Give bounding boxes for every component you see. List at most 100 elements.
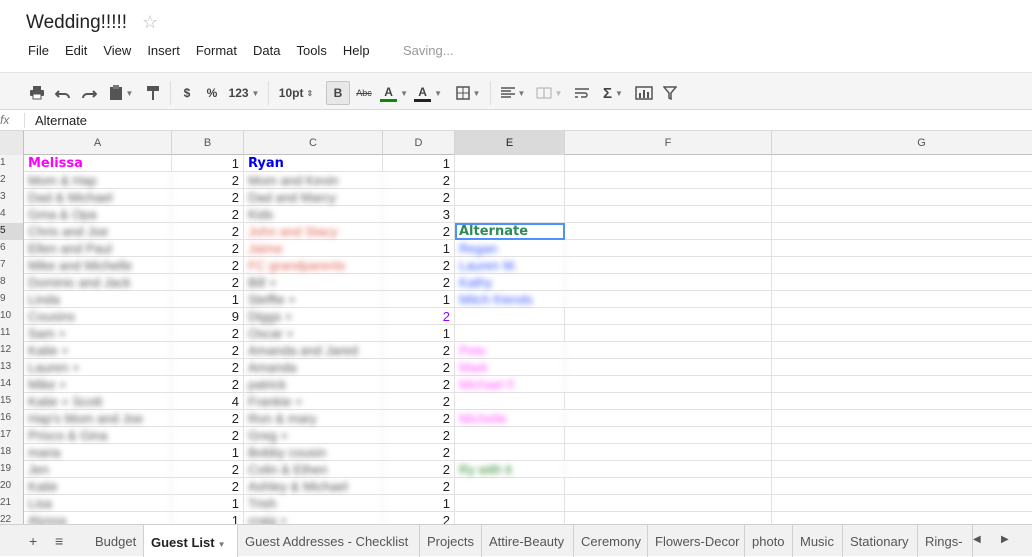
column-header-e[interactable]: E bbox=[455, 131, 565, 155]
cell-e[interactable] bbox=[455, 512, 565, 524]
cell-b[interactable]: 9 bbox=[172, 308, 244, 325]
cell-g[interactable] bbox=[772, 189, 1032, 206]
cell-a[interactable]: Dominic and Jack bbox=[24, 274, 172, 291]
cell-c[interactable]: Mom and Kevin bbox=[244, 172, 383, 189]
cell-f[interactable] bbox=[565, 274, 772, 291]
row-header[interactable]: 20 bbox=[0, 478, 24, 495]
cell-c[interactable]: Amanda and Jared bbox=[244, 342, 383, 359]
row-header[interactable]: 16 bbox=[0, 410, 24, 427]
sheet-tab-budget[interactable]: Budget bbox=[88, 525, 144, 557]
cell-b[interactable]: 1 bbox=[172, 444, 244, 461]
cell-d[interactable]: 2 bbox=[383, 410, 455, 427]
merge-cells-icon[interactable]: ▼ bbox=[534, 83, 564, 103]
cell-d[interactable]: 1 bbox=[383, 325, 455, 342]
cell-g[interactable] bbox=[772, 376, 1032, 393]
cell-e[interactable] bbox=[455, 206, 565, 223]
cell-e[interactable] bbox=[455, 155, 565, 172]
cell-g[interactable] bbox=[772, 444, 1032, 461]
row-header[interactable]: 2 bbox=[0, 172, 24, 189]
bold-button[interactable]: B bbox=[326, 81, 350, 105]
cell-d[interactable]: 2 bbox=[383, 444, 455, 461]
column-header-b[interactable]: B bbox=[172, 131, 244, 155]
cell-a[interactable]: maria bbox=[24, 444, 172, 461]
menu-insert[interactable]: Insert bbox=[139, 43, 188, 61]
cell-a[interactable]: Mike and Michelle bbox=[24, 257, 172, 274]
cell-b[interactable]: 2 bbox=[172, 410, 244, 427]
functions-button[interactable]: Σ ▼ bbox=[598, 83, 628, 103]
cell-b[interactable]: 1 bbox=[172, 291, 244, 308]
paint-format-icon[interactable] bbox=[144, 83, 162, 103]
wrap-text-icon[interactable] bbox=[572, 83, 592, 103]
cell-c[interactable]: FC grandparents bbox=[244, 257, 383, 274]
cell-b[interactable]: 1 bbox=[172, 495, 244, 512]
cell-b[interactable]: 2 bbox=[172, 172, 244, 189]
redo-icon[interactable] bbox=[80, 83, 98, 103]
cell-b[interactable]: 2 bbox=[172, 223, 244, 240]
cell-e[interactable] bbox=[455, 172, 565, 189]
cell-e[interactable] bbox=[455, 427, 565, 444]
cell-c[interactable]: Amanda bbox=[244, 359, 383, 376]
sheet-menu-chevron-icon[interactable]: ▼ bbox=[218, 540, 226, 549]
cell-g[interactable] bbox=[772, 240, 1032, 257]
cell-a[interactable]: Katie + bbox=[24, 342, 172, 359]
cell-c[interactable]: Ron & mary bbox=[244, 410, 383, 427]
cell-c[interactable]: Frankie + bbox=[244, 393, 383, 410]
cell-c[interactable]: Kids bbox=[244, 206, 383, 223]
cell-f[interactable] bbox=[565, 461, 772, 478]
insert-chart-icon[interactable] bbox=[634, 83, 654, 103]
cell-c[interactable]: Colin & Ethen bbox=[244, 461, 383, 478]
borders-icon[interactable]: ▼ bbox=[452, 83, 484, 103]
cell-b[interactable]: 2 bbox=[172, 359, 244, 376]
cell-d[interactable]: 2 bbox=[383, 274, 455, 291]
cell-d[interactable]: 2 bbox=[383, 461, 455, 478]
menu-format[interactable]: Format bbox=[188, 43, 245, 61]
undo-icon[interactable] bbox=[54, 83, 72, 103]
cell-a[interactable]: Lauren + bbox=[24, 359, 172, 376]
row-header[interactable]: 12 bbox=[0, 342, 24, 359]
cell-e[interactable]: Lauren M. bbox=[455, 257, 565, 274]
cell-c[interactable]: Bobby cousin bbox=[244, 444, 383, 461]
cell-d[interactable]: 2 bbox=[383, 393, 455, 410]
cell-g[interactable] bbox=[772, 274, 1032, 291]
cell-e[interactable] bbox=[455, 495, 565, 512]
cell-g[interactable] bbox=[772, 393, 1032, 410]
cell-e[interactable]: Michelle bbox=[455, 410, 565, 427]
cell-c[interactable]: patrick bbox=[244, 376, 383, 393]
cell-a[interactable]: Ellen and Paul bbox=[24, 240, 172, 257]
cell-e[interactable]: Michael F. bbox=[455, 376, 565, 393]
cell-f[interactable] bbox=[565, 223, 772, 240]
column-header-d[interactable]: D bbox=[383, 131, 455, 155]
cell-e[interactable] bbox=[455, 393, 565, 410]
cell-f[interactable] bbox=[565, 291, 772, 308]
cell-b[interactable]: 2 bbox=[172, 206, 244, 223]
formula-input[interactable]: Alternate bbox=[35, 113, 87, 128]
cell-f[interactable] bbox=[565, 495, 772, 512]
cell-g[interactable] bbox=[772, 359, 1032, 376]
row-header[interactable]: 7 bbox=[0, 257, 24, 274]
cell-g[interactable] bbox=[772, 325, 1032, 342]
row-header[interactable]: 11 bbox=[0, 325, 24, 342]
cell-b[interactable]: 2 bbox=[172, 240, 244, 257]
cell-c[interactable]: Ryan bbox=[244, 155, 383, 172]
cell-a[interactable]: Melissa bbox=[24, 155, 172, 172]
cell-d[interactable]: 1 bbox=[383, 240, 455, 257]
cell-b[interactable]: 2 bbox=[172, 342, 244, 359]
cell-a[interactable]: Chris and Joe bbox=[24, 223, 172, 240]
currency-format-button[interactable]: $ bbox=[180, 83, 194, 103]
cell-c[interactable]: Diggs + bbox=[244, 308, 383, 325]
cell-b[interactable]: 2 bbox=[172, 478, 244, 495]
cell-f[interactable] bbox=[565, 172, 772, 189]
cell-e[interactable]: Regan bbox=[455, 240, 565, 257]
cell-b[interactable]: 2 bbox=[172, 257, 244, 274]
cell-g[interactable] bbox=[772, 291, 1032, 308]
cell-e[interactable]: Mitch friends bbox=[455, 291, 565, 308]
strikethrough-button[interactable]: Abc bbox=[354, 83, 374, 103]
cell-a[interactable]: Linda bbox=[24, 291, 172, 308]
cell-e[interactable] bbox=[455, 189, 565, 206]
row-header[interactable]: 14 bbox=[0, 376, 24, 393]
cell-a[interactable]: Alyssa bbox=[24, 512, 172, 524]
cell-c[interactable]: Bill + bbox=[244, 274, 383, 291]
cell-g[interactable] bbox=[772, 512, 1032, 524]
cell-d[interactable]: 1 bbox=[383, 291, 455, 308]
cell-f[interactable] bbox=[565, 512, 772, 524]
